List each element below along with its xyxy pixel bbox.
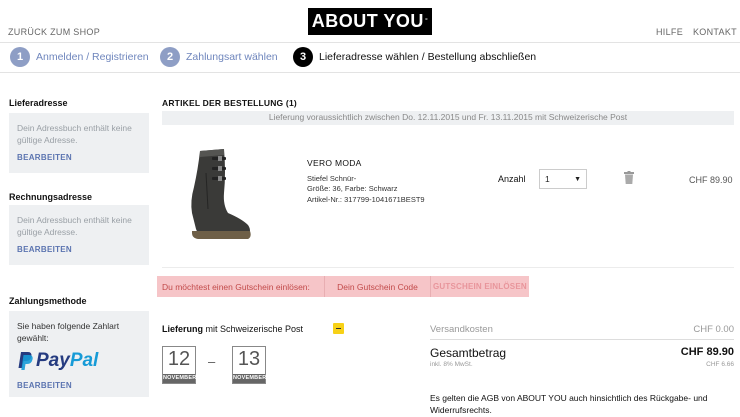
- terms-notice: Es gelten die AGB von ABOUT YOU auch hin…: [430, 393, 708, 415]
- redeem-coupon-button[interactable]: GUTSCHEIN EINLÖSEN: [433, 282, 527, 291]
- shipping-cost-value: CHF 0.00: [693, 324, 734, 335]
- order-items-title: ARTIKEL DER BESTELLUNG (1): [162, 98, 297, 108]
- edit-delivery-address-link[interactable]: BEARBEITEN: [17, 153, 72, 162]
- billing-address-text: Dein Adressbuch enthält keine gültige Ad…: [17, 215, 132, 237]
- step-login[interactable]: 1 Anmelden / Registrieren: [10, 47, 149, 67]
- product-price: CHF 89.90: [689, 175, 733, 185]
- product-divider: [162, 267, 734, 268]
- delivery-date-to: 13 NOVEMBER: [232, 346, 266, 384]
- payment-method-box: Sie haben folgende Zahlart gewählt: Pay P…: [9, 311, 149, 397]
- about-you-logo[interactable]: ABOUT YOU °: [308, 8, 432, 35]
- step-number: 1: [10, 47, 30, 67]
- billing-address-box: Dein Adressbuch enthält keine gültige Ad…: [9, 205, 149, 265]
- coupon-bar: Du möchtest einen Gutschein einlösen: De…: [157, 276, 529, 297]
- swiss-post-icon: [333, 323, 344, 334]
- delivery-address-text: Dein Adressbuch enthält keine gültige Ad…: [17, 123, 132, 145]
- product-size-color: Größe: 36, Farbe: Schwarz: [307, 184, 398, 193]
- quantity-label: Anzahl: [498, 174, 526, 184]
- quantity-select[interactable]: 1 ▼: [539, 169, 587, 189]
- back-to-shop-link[interactable]: ZURÜCK ZUM SHOP: [8, 27, 100, 37]
- step-label: Lieferadresse wählen / Bestellung abschl…: [319, 51, 537, 63]
- coupon-prompt: Du möchtest einen Gutschein einlösen:: [162, 282, 310, 292]
- step-address: 3 Lieferadresse wählen / Bestellung absc…: [293, 47, 536, 67]
- billing-address-title: Rechnungsadresse: [9, 192, 93, 202]
- logo-mark: °: [424, 18, 429, 25]
- edit-billing-address-link[interactable]: BEARBEITEN: [17, 245, 72, 254]
- steps-divider: [0, 72, 740, 73]
- help-link[interactable]: HILFE: [656, 27, 683, 37]
- edit-payment-method-link[interactable]: BEARBEITEN: [17, 381, 72, 390]
- product-brand: VERO MODA: [307, 158, 362, 168]
- date-month: NOVEMBER: [163, 374, 197, 383]
- vat-label: inkl. 8% MwSt.: [430, 361, 473, 368]
- date-day: 12: [167, 348, 191, 370]
- delivery-date-from: 12 NOVEMBER: [162, 346, 196, 384]
- trash-icon[interactable]: [624, 171, 634, 189]
- quantity-value: 1: [545, 174, 550, 184]
- chevron-down-icon: ▼: [574, 175, 581, 183]
- step-number: 3: [293, 47, 313, 67]
- product-image[interactable]: [162, 143, 256, 255]
- paypal-text-pal: Pal: [69, 350, 99, 371]
- payment-method-title: Zahlungsmethode: [9, 296, 87, 306]
- boot-image: [191, 149, 251, 239]
- vat-value: CHF 6.66: [706, 361, 734, 368]
- delivery-estimate-bar: Lieferung voraussichtlich zwischen Do. 1…: [162, 111, 734, 125]
- paypal-text-pay: Pay: [36, 350, 70, 371]
- step-label: Zahlungsart wählen: [186, 51, 278, 63]
- shipping-method: Lieferung mit Schweizerische Post: [162, 324, 303, 334]
- paypal-logo: Pay Pal: [17, 350, 98, 372]
- summary-divider: [430, 339, 734, 340]
- step-number: 2: [160, 47, 180, 67]
- delivery-address-title: Lieferadresse: [9, 98, 68, 108]
- header-divider: [0, 42, 740, 43]
- paypal-icon: [18, 352, 33, 370]
- payment-method-text: Sie haben folgende Zahlart gewählt:: [17, 321, 120, 343]
- step-payment[interactable]: 2 Zahlungsart wählen: [160, 47, 278, 67]
- shipping-carrier: mit Schweizerische Post: [203, 324, 304, 334]
- total-value: CHF 89.90: [680, 346, 734, 358]
- delivery-address-box: Dein Adressbuch enthält keine gültige Ad…: [9, 113, 149, 173]
- logo-text: ABOUT YOU: [311, 11, 424, 31]
- shipping-label: Lieferung: [162, 324, 204, 334]
- contact-link[interactable]: KONTAKT: [693, 27, 737, 37]
- total-label: Gesamtbetrag: [430, 346, 507, 360]
- date-range-dash: –: [208, 354, 216, 369]
- product-article-number: Artikel-Nr.: 317799-1041671BEST9: [307, 195, 425, 204]
- date-month: NOVEMBER: [233, 374, 267, 383]
- step-label: Anmelden / Registrieren: [36, 51, 149, 63]
- date-day: 13: [237, 348, 261, 370]
- shipping-cost-label: Versandkosten: [430, 324, 493, 335]
- coupon-code-input[interactable]: Dein Gutschein Code: [324, 276, 431, 297]
